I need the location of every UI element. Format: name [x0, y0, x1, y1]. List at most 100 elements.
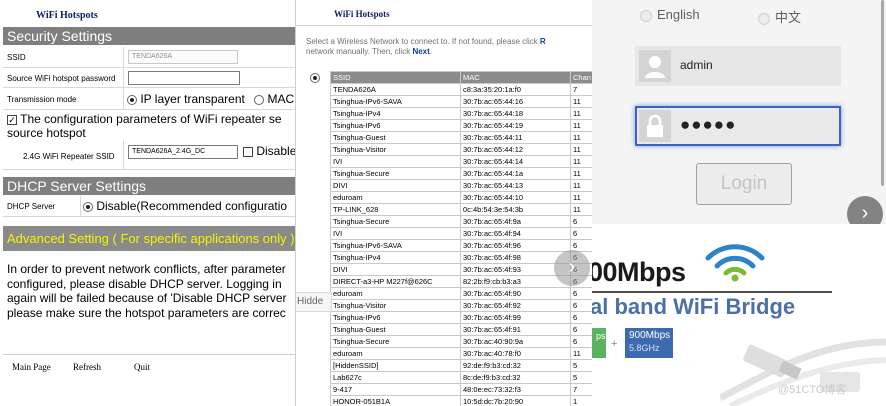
disable-checkbox[interactable]	[243, 146, 253, 157]
username-field[interactable]: admin	[635, 46, 841, 86]
table-row[interactable]: Tsinghua-IPv430:7b:ac:65:4f:986	[330, 251, 592, 264]
table-row[interactable]: 9-417 48:0e:ec:73:32:f3 7	[330, 383, 592, 396]
table-row[interactable]: IVI 30:7b:ac:65:4f:94 6	[330, 227, 592, 240]
advanced-setting-link[interactable]: Advanced Setting ( For specific applicat…	[3, 226, 295, 251]
network-channel-cell: 1	[570, 395, 592, 406]
network-channel-cell: 7	[570, 83, 592, 96]
table-row[interactable]: TP-LINK_628 0c:4b:54:3e:54:3b 11	[330, 203, 592, 216]
network-ssid-cell: TENDA626A	[330, 83, 461, 96]
main-page-link[interactable]: Main Page	[12, 362, 51, 372]
ip-transparent-radio[interactable]	[127, 94, 137, 105]
table-row[interactable]: Tsinghua-Visitor 30:7b:ac:65:44:12 11	[330, 143, 592, 156]
badge-speed: 900Mbps	[629, 330, 671, 341]
network-ssid-cell: 9-417	[330, 383, 461, 396]
repeater-ssid-row: 2.4G WiFi Repeater SSID TENDA626A_2.4G_D…	[3, 140, 296, 170]
network-mac-cell: 30:7b:ac:40:78:f0	[460, 347, 571, 360]
table-row[interactable]: TENDA626A c8:3a:35:20:1a:f0 7	[330, 83, 592, 96]
repeater-ssid-input[interactable]: TENDA626A_2.4G_DC	[128, 145, 238, 159]
password-label: Source WiFi hotspot password	[7, 74, 116, 83]
login-area: English 中文 admin ●●●●● Login	[592, 0, 886, 224]
network-ssid-cell: Tsinghua-Secure	[330, 167, 461, 180]
table-row[interactable]: Tsinghua-Secure 30:7b:ac:65:4f:9a 6	[330, 215, 592, 228]
network-ssid-cell: Tsinghua-Guest	[330, 131, 461, 144]
table-row[interactable]: HONOR-051B1A 10:5d:dc:7b:20:90 1	[330, 395, 592, 406]
table-row[interactable]: Tsinghua-Secure 30:7b:ac:65:44:1a 11	[330, 167, 592, 180]
network-mac-cell: 82:2b:f9:cb:b3:a3	[460, 275, 571, 288]
config-note-line2: source hotspot	[7, 126, 86, 140]
next-slide-button[interactable]: ›	[554, 250, 590, 286]
english-radio[interactable]	[640, 9, 652, 22]
network-ssid-cell: Tsinghua-IPv6-SAVA	[330, 95, 461, 108]
table-row[interactable]: Tsinghua-IPv4 30:7b:ac:65:44:18 11	[330, 107, 592, 120]
table-row[interactable]: Tsinghua-IPv6 30:7b:ac:65:44:19 11	[330, 119, 592, 132]
table-row[interactable]: [HiddenSSID] 92:de:f9:b3:cd:32 5	[330, 359, 592, 372]
plus-sign: +	[611, 338, 618, 350]
table-row[interactable]: eduroam 30:7b:ac:40:78:f0 11	[330, 347, 592, 360]
network-channel-cell: 11	[570, 347, 592, 360]
network-channel-cell: 11	[570, 107, 592, 120]
chevron-right-icon: ›	[568, 256, 576, 278]
table-row[interactable]: Tsinghua-Secure 30:7b:ac:40:90:9a 6	[330, 335, 592, 348]
note-line: In order to prevent network conflicts, a…	[7, 262, 286, 276]
ssid-row: SSID TENDA626A	[3, 47, 295, 68]
table-row[interactable]: Tsinghua-Visitor 30:7b:ac:65:4f:92 6	[330, 299, 592, 312]
table-row[interactable]: IVI 30:7b:ac:65:44:14 11	[330, 155, 592, 168]
network-ssid-cell: Tsinghua-IPv6	[330, 119, 461, 132]
table-row[interactable]: Tsinghua-Guest 30:7b:ac:65:44:11 11	[330, 131, 592, 144]
network-mac-cell: 30:7b:ac:65:4f:92	[460, 299, 571, 312]
network-table: SSID MAC Chan TENDA626A c8:3a:35:20:1a:f0…	[330, 71, 592, 406]
password-field[interactable]: ●●●●●	[635, 106, 841, 146]
table-row[interactable]: Tsinghua-Guest 30:7b:ac:65:4f:91 6	[330, 323, 592, 336]
table-row[interactable]: Tsinghua-IPv6-SAVA 30:7b:ac:65:4f:96 6	[330, 239, 592, 252]
mac-radio[interactable]	[254, 94, 265, 105]
table-row[interactable]: eduroam 30:7b:ac:65:44:10 11	[330, 191, 592, 204]
quit-link[interactable]: Quit	[134, 362, 150, 372]
scan-instructions: Select a Wireless Network to connect to.…	[306, 37, 546, 57]
network-select-radio[interactable]	[310, 73, 320, 83]
network-channel-cell: 11	[570, 155, 592, 168]
lock-icon	[639, 110, 671, 142]
table-row[interactable]: DIRECT-a3-HP M227f@626C 82:2b:f9:cb:b3:a3…	[330, 275, 592, 288]
note-line: configured, please disable DHCP server. …	[7, 276, 282, 291]
badge-frequency: 5.8GHz	[629, 343, 660, 353]
network-ssid-cell: Tsinghua-IPv4	[330, 251, 461, 264]
table-row[interactable]: eduroam 30:7b:ac:65:4f:90 6	[330, 287, 592, 300]
chinese-radio[interactable]	[758, 12, 770, 25]
ssid-input[interactable]: TENDA626A	[128, 50, 238, 64]
wifi-settings-panel: WiFi Hotspots Security Settings SSID TEN…	[0, 0, 296, 406]
refresh-link[interactable]: R	[540, 37, 546, 46]
hidden-network-tab[interactable]: Hidde	[296, 292, 332, 312]
column-header-mac[interactable]: MAC	[460, 71, 571, 84]
password-input[interactable]	[128, 71, 240, 85]
table-row[interactable]: DIVI 30:7b:ac:65:44:13 11	[330, 179, 592, 192]
column-header-channel[interactable]: Chan	[570, 71, 592, 84]
network-ssid-cell: HONOR-051B1A	[330, 395, 461, 406]
security-settings-header: Security Settings	[3, 27, 295, 45]
network-ssid-cell: Tsinghua-Visitor	[330, 143, 461, 156]
refresh-link[interactable]: Refresh	[73, 362, 101, 372]
network-channel-cell: 11	[570, 95, 592, 108]
next-link[interactable]: Next	[412, 47, 429, 56]
speed-title: 00Mbps	[592, 257, 686, 287]
login-button[interactable]: Login	[696, 163, 792, 205]
disable-label: Disable	[256, 144, 296, 158]
table-row[interactable]: Tsinghua-IPv6 30:7b:ac:65:4f:99 6	[330, 311, 592, 324]
config-sync-checkbox[interactable]: ✓	[7, 114, 17, 125]
table-row[interactable]: DIVI30:7b:ac:65:4f:936	[330, 263, 592, 276]
network-mac-cell: 10:5d:dc:7b:20:90	[460, 395, 571, 406]
dhcp-disable-radio[interactable]	[83, 201, 93, 212]
repeater-ssid-label: 2.4G WiFi Repeater SSID	[23, 152, 115, 161]
table-row[interactable]: Tsinghua-IPv6-SAVA 30:7b:ac:65:44:16 11	[330, 95, 592, 108]
network-mac-cell: 30:7b:ac:65:44:13	[460, 179, 571, 192]
scrollbar[interactable]	[881, 0, 884, 186]
english-label: English	[657, 7, 700, 22]
network-mac-cell: 30:7b:ac:65:4f:94	[460, 227, 571, 240]
network-mac-cell: 30:7b:ac:65:44:1a	[460, 167, 571, 180]
column-header-ssid[interactable]: SSID	[330, 71, 461, 84]
network-ssid-cell: DIVI	[330, 179, 461, 192]
network-channel-cell: 6	[570, 287, 592, 300]
network-ssid-cell: Tsinghua-IPv4	[330, 107, 461, 120]
brand-title: WiFi Hotspots	[36, 10, 98, 21]
network-channel-cell: 5	[570, 359, 592, 372]
table-row[interactable]: Lab627c 8c:de:f9:b3:cd:32 5	[330, 371, 592, 384]
